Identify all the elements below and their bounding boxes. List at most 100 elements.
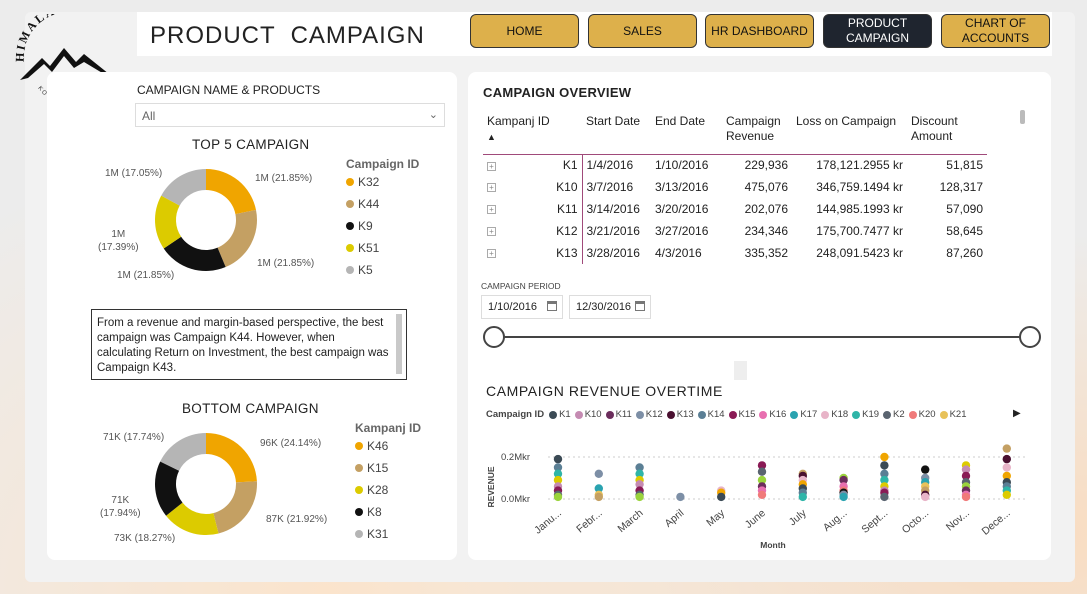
- data-point[interactable]: [880, 492, 889, 502]
- legend-marker: [821, 410, 830, 419]
- data-point[interactable]: [717, 492, 726, 502]
- x-tick-label: Febr...: [574, 507, 605, 535]
- data-point[interactable]: [1002, 490, 1011, 499]
- series-legend-item[interactable]: K19: [852, 409, 879, 420]
- series-legend-item[interactable]: K20: [908, 409, 936, 420]
- expand-icon[interactable]: +: [487, 249, 496, 258]
- series-legend-item[interactable]: K18: [821, 409, 848, 420]
- series-legend-item[interactable]: K12: [635, 409, 663, 420]
- donut-slice-k15[interactable]: [213, 481, 257, 534]
- legend-marker: [883, 410, 892, 419]
- expand-icon[interactable]: +: [487, 183, 496, 192]
- data-point[interactable]: [594, 469, 603, 478]
- data-point[interactable]: [553, 454, 563, 464]
- table-row[interactable]: + K11 3/14/2016 3/20/2016 202,076 144,985.199…: [483, 198, 987, 220]
- series-legend-item[interactable]: K10: [574, 409, 602, 420]
- series-legend-item[interactable]: K14: [697, 409, 725, 420]
- data-point[interactable]: [553, 492, 563, 502]
- data-point[interactable]: [921, 492, 930, 502]
- legend-marker: [852, 410, 861, 419]
- data-point[interactable]: [1002, 463, 1011, 472]
- end-date-input[interactable]: 12/30/2016: [569, 295, 651, 319]
- legend-marker: [346, 178, 354, 186]
- col-end-date[interactable]: End Date: [651, 112, 722, 155]
- period-slider-end-handle[interactable]: [1019, 326, 1041, 348]
- legend-item[interactable]: K46: [355, 435, 421, 457]
- legend-next-arrow-icon[interactable]: ▶: [1013, 408, 1021, 419]
- data-point[interactable]: [798, 492, 807, 502]
- nav-sales-button[interactable]: SALES: [588, 14, 697, 48]
- calendar-icon: [547, 301, 557, 311]
- legend-item[interactable]: K32: [346, 171, 419, 193]
- col-discount-amount[interactable]: Discount Amount: [907, 112, 987, 155]
- nav-chart-of-accounts-button[interactable]: CHART OF ACCOUNTS: [941, 14, 1050, 48]
- col-start-date[interactable]: Start Date: [582, 112, 651, 155]
- table-cell: 3/14/2016: [586, 202, 640, 216]
- legend-item[interactable]: K15: [355, 457, 421, 479]
- series-legend-item[interactable]: K1: [549, 409, 571, 420]
- nav-home-button[interactable]: HOME: [470, 14, 579, 48]
- data-point[interactable]: [880, 461, 889, 470]
- expand-icon[interactable]: +: [487, 205, 496, 214]
- note-scrollbar[interactable]: [396, 314, 402, 374]
- legend-item[interactable]: K8: [355, 501, 421, 523]
- table-row[interactable]: + K1 1/4/2016 1/10/2016 229,936 178,121.2955 …: [483, 154, 987, 176]
- table-cell: 1/4/2016: [586, 158, 634, 173]
- legend-label: K16: [769, 409, 787, 420]
- series-legend-item[interactable]: K13: [666, 409, 694, 420]
- legend-marker: [635, 410, 644, 419]
- expand-icon[interactable]: +: [487, 227, 496, 236]
- data-point[interactable]: [921, 465, 930, 474]
- legend-marker: [605, 410, 614, 419]
- nav-product-campaign-button[interactable]: PRODUCT CAMPAIGN: [823, 14, 932, 48]
- legend-item[interactable]: K44: [346, 193, 419, 215]
- nav-home-label: HOME: [506, 23, 543, 38]
- data-point[interactable]: [880, 452, 889, 462]
- table-row[interactable]: + K12 3/21/2016 3/27/2016 234,346 175,700.747…: [483, 220, 987, 242]
- nav-hr-dashboard-button[interactable]: HR DASHBOARD: [705, 14, 814, 48]
- top5-label-4: 1M (17.05%): [105, 168, 163, 179]
- col-campaign-revenue[interactable]: Campaign Revenue: [722, 112, 792, 155]
- data-point[interactable]: [635, 492, 644, 502]
- legend-label: K17: [800, 409, 818, 420]
- col-loss-on-campaign[interactable]: Loss on Campaign: [792, 112, 907, 155]
- campaign-filter-dropdown[interactable]: All ⌄: [135, 103, 445, 127]
- cell-kampanj-id: K13: [556, 246, 578, 260]
- period-slider-start-handle[interactable]: [483, 326, 505, 348]
- donut-slice-k32[interactable]: [206, 169, 257, 215]
- table-row[interactable]: + K10 3/7/2016 3/13/2016 475,076 346,759.1494…: [483, 176, 987, 198]
- data-point[interactable]: [1002, 444, 1011, 453]
- series-legend-item[interactable]: K21: [939, 409, 966, 420]
- legend-marker: [346, 266, 354, 274]
- table-scrollbar[interactable]: [1020, 110, 1025, 124]
- legend-label: K9: [358, 219, 373, 233]
- donut-slice-k44[interactable]: [217, 209, 257, 268]
- legend-item[interactable]: K28: [355, 479, 421, 501]
- expand-icon[interactable]: +: [487, 161, 496, 171]
- data-point[interactable]: [757, 467, 767, 476]
- legend-item[interactable]: K5: [346, 259, 419, 281]
- table-row[interactable]: + K13 3/28/2016 4/3/2016 335,352 248,091.5423…: [483, 242, 987, 264]
- data-point[interactable]: [839, 492, 848, 502]
- sort-asc-icon: ▲: [487, 132, 496, 142]
- legend-item[interactable]: K31: [355, 523, 421, 545]
- series-legend-item[interactable]: K2: [883, 409, 905, 420]
- legend-item[interactable]: K9: [346, 215, 419, 237]
- legend-marker: [355, 508, 363, 516]
- legend-marker: [346, 222, 354, 230]
- series-legend-item[interactable]: K15: [728, 409, 755, 420]
- period-slider-track[interactable]: [494, 336, 1030, 338]
- data-point[interactable]: [1002, 454, 1011, 464]
- data-point[interactable]: [961, 492, 971, 502]
- series-legend-item[interactable]: K11: [605, 409, 632, 420]
- series-legend-item[interactable]: K16: [759, 409, 786, 420]
- col-kampanj-id[interactable]: Kampanj ID ▲: [483, 112, 582, 155]
- legend-item[interactable]: K51: [346, 237, 419, 259]
- series-legend-item[interactable]: K17: [790, 409, 817, 420]
- data-point[interactable]: [594, 492, 603, 502]
- donut-slice-k46[interactable]: [206, 433, 257, 483]
- data-point[interactable]: [676, 492, 685, 502]
- data-point[interactable]: [757, 490, 767, 499]
- table-cell: 57,090: [946, 202, 983, 216]
- start-date-input[interactable]: 1/10/2016: [481, 295, 563, 319]
